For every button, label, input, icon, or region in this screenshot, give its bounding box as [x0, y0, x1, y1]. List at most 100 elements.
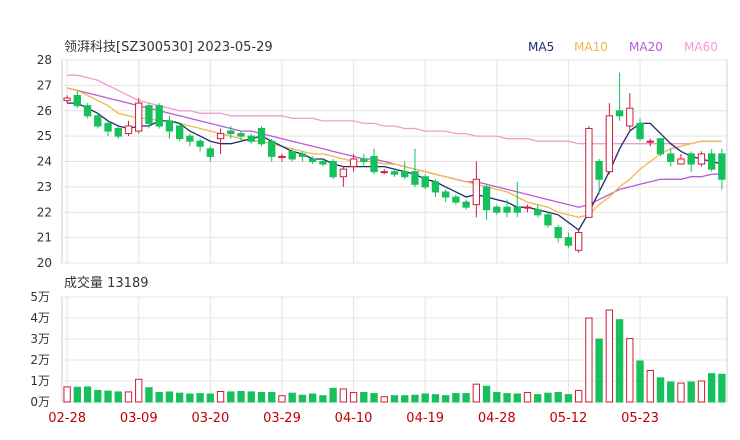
volume-bar	[124, 391, 133, 403]
candle	[186, 133, 194, 147]
volume-bar	[390, 395, 399, 403]
candle-body	[677, 158, 685, 165]
candle-body	[656, 138, 665, 155]
candle-body	[421, 176, 429, 188]
volume-tick-label: 4万	[30, 311, 50, 325]
candle	[493, 204, 501, 215]
candle-body	[83, 105, 92, 117]
candle-body	[360, 158, 368, 162]
volume-tick-label: 2万	[30, 353, 50, 367]
candle-body	[186, 135, 194, 142]
candle-body	[247, 135, 255, 142]
date-tick-label: 04-10	[335, 411, 373, 426]
volume-bar	[380, 396, 388, 403]
candle-body	[339, 168, 348, 178]
candle	[278, 153, 286, 162]
candle-body	[401, 171, 409, 178]
candle-body	[564, 237, 573, 246]
volume-bar	[615, 319, 624, 403]
date-tick-label: 03-29	[263, 411, 301, 426]
candle-body	[175, 125, 184, 140]
volume-bar	[63, 386, 71, 403]
volume-bars	[63, 309, 726, 403]
volume-bar	[482, 385, 491, 403]
stock-chart: 领湃科技[SZ300530] 2023-05-29 MA5 MA10 MA20 MA6…	[0, 0, 740, 440]
candle-body	[411, 171, 419, 185]
date-tick-label: 03-20	[191, 411, 229, 426]
volume-bar	[227, 391, 235, 403]
volume-bar	[718, 373, 726, 403]
candle-body	[646, 140, 654, 143]
candle-body	[482, 186, 491, 211]
candle-body	[452, 196, 460, 203]
ma-lines	[66, 74, 723, 231]
volume-bar	[329, 387, 337, 403]
volume-bar	[677, 382, 685, 403]
candle-body	[155, 105, 163, 127]
price-tick-label: 27	[37, 78, 52, 92]
volume-bar	[165, 391, 174, 403]
price-tick-label: 22	[37, 205, 52, 219]
date-axis: 02-28 03-09 03-20 03-29 04-10 04-19 04-28 05-12…	[48, 411, 659, 426]
candle-body	[667, 153, 675, 162]
candle-body	[349, 158, 358, 168]
volume-bar	[656, 377, 665, 403]
candle-body	[697, 153, 706, 165]
candle	[135, 98, 143, 134]
candle	[370, 148, 378, 175]
candle-body	[298, 153, 307, 157]
volume-tick-label: 1万	[30, 374, 50, 388]
candle	[585, 125, 593, 218]
candle	[687, 151, 695, 172]
candle	[636, 118, 644, 142]
volume-bar	[104, 390, 112, 403]
candle-body	[718, 153, 726, 180]
volume-bar	[564, 394, 573, 403]
candle-body	[493, 206, 501, 213]
volume-bar	[554, 392, 562, 403]
candle-body	[462, 201, 470, 208]
candle-body	[104, 122, 112, 132]
volume-bar	[513, 393, 521, 403]
candle-body	[237, 133, 245, 137]
candle-body	[73, 95, 82, 107]
candle-body	[227, 130, 235, 135]
volume-bar	[626, 338, 634, 403]
candle	[124, 120, 133, 137]
date-tick-label: 03-09	[120, 411, 158, 426]
volume-bar	[308, 393, 317, 403]
candle-body	[554, 226, 562, 239]
candle	[697, 151, 706, 167]
candle-body	[288, 150, 296, 160]
volume-bar	[298, 394, 307, 403]
candle-body	[94, 115, 102, 127]
volume-bar	[339, 388, 348, 403]
candle-body	[268, 140, 276, 157]
candle	[523, 204, 532, 213]
candle	[667, 148, 675, 167]
candle	[718, 148, 726, 190]
candle	[677, 153, 685, 165]
volume-bar	[216, 391, 225, 403]
candle-body	[431, 181, 440, 193]
volume-bar	[605, 309, 614, 403]
price-tick-label: 24	[37, 155, 52, 169]
candle-body	[626, 107, 634, 127]
volume-bar	[206, 393, 215, 403]
candle-body	[441, 191, 450, 198]
candle-body	[216, 133, 225, 140]
candle-body	[124, 125, 133, 135]
volume-bar	[503, 393, 511, 403]
volume-bar	[94, 389, 102, 403]
chart-title: 领湃科技[SZ300530] 2023-05-29	[64, 40, 273, 55]
volume-bar	[370, 393, 378, 403]
volume-bar	[472, 383, 481, 403]
candle	[462, 199, 470, 210]
volume-bar	[135, 378, 143, 403]
candle-body	[636, 122, 644, 140]
volume-bar	[145, 387, 153, 403]
volume-bar	[523, 392, 532, 403]
volume-bar	[360, 392, 368, 403]
candle	[554, 224, 562, 243]
candle-body	[114, 128, 122, 137]
